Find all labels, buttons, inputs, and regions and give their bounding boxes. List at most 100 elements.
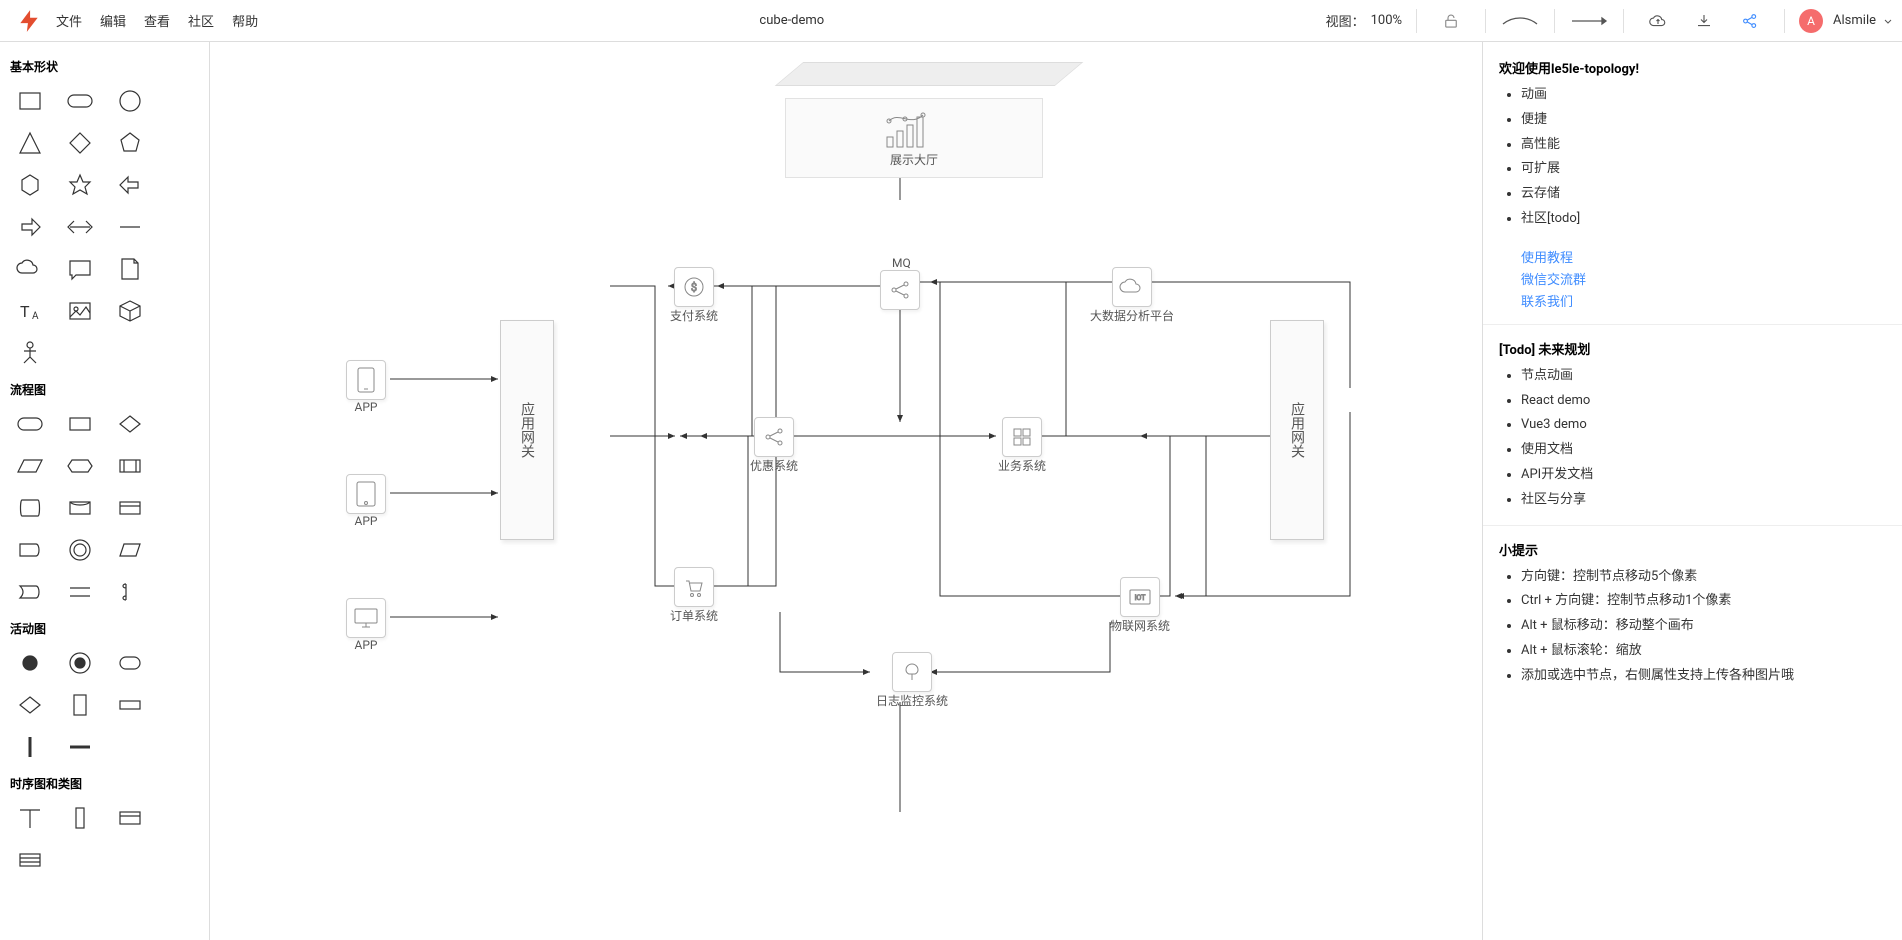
item-rp-tips-0: 方向键：控制节点移动5个像素 (1521, 567, 1886, 588)
item-rp-todo-2: Vue3 demo (1521, 415, 1886, 436)
link-rp-links-2[interactable]: 联系我们 (1499, 291, 1886, 310)
share-icon[interactable] (1730, 1, 1770, 41)
basic-shape-9[interactable] (6, 207, 54, 247)
curve-line-icon[interactable] (1500, 1, 1540, 41)
flow-shape-8[interactable] (106, 488, 154, 528)
item-rp-tips-4: 添加或选中节点，右侧属性支持上传各种图片哦 (1521, 666, 1886, 687)
seq-shape-3[interactable] (6, 840, 54, 880)
flow-shape-4[interactable] (56, 446, 104, 486)
basic-shape-14[interactable] (106, 249, 154, 289)
item-rp-tips-2: Alt + 鼠标移动：移动整个画布 (1521, 616, 1886, 637)
activity-shape-2[interactable] (106, 643, 154, 683)
welcome-title: 欢迎使用le5le-topology! (1499, 58, 1886, 77)
cloud-upload-icon[interactable] (1638, 1, 1678, 41)
svg-text:IOT: IOT (1135, 594, 1147, 602)
section-flow: 流程图 (10, 381, 203, 398)
flow-shape-1[interactable] (56, 404, 104, 444)
node-app1[interactable]: APP (346, 360, 386, 414)
link-rp-links-0[interactable]: 使用教程 (1499, 247, 1886, 266)
platform-label: 展示大厅 (890, 151, 938, 168)
lock-icon[interactable] (1431, 1, 1471, 41)
flow-shape-6[interactable] (6, 488, 54, 528)
item-rp-todo-5: 社区与分享 (1521, 490, 1886, 511)
seq-shape-1[interactable] (56, 798, 104, 838)
node-gateway-right[interactable]: 应用网关 (1270, 320, 1324, 540)
node-iot[interactable]: IOT物联网系统 (1110, 577, 1170, 634)
menu-file[interactable]: 文件 (56, 11, 82, 30)
node-mq[interactable] (880, 270, 920, 310)
item-rp-feat-4: 云存储 (1521, 184, 1886, 205)
node-bigdata[interactable]: 大数据分析平台 (1090, 267, 1174, 324)
flow-shape-3[interactable] (6, 446, 54, 486)
tips-title: 小提示 (1499, 540, 1886, 559)
section-seq: 时序图和类图 (10, 775, 203, 792)
basic-shape-3[interactable] (6, 123, 54, 163)
basic-shape-18[interactable] (6, 333, 54, 373)
menu-community[interactable]: 社区 (188, 11, 214, 30)
basic-shape-1[interactable] (56, 81, 104, 121)
flow-shape-14[interactable] (106, 572, 154, 612)
seq-shape-2[interactable] (106, 798, 154, 838)
logo-icon (16, 8, 42, 34)
svg-text:A: A (32, 311, 39, 322)
basic-shape-11[interactable] (106, 207, 154, 247)
node-log[interactable]: 日志监控系统 (876, 652, 948, 709)
download-icon[interactable] (1684, 1, 1724, 41)
canvas[interactable]: 展示大厅 APP APP APP 应用网关 应用网关 $支付系统 优惠系统 订单… (210, 42, 1482, 940)
basic-shape-5[interactable] (106, 123, 154, 163)
basic-shape-16[interactable] (56, 291, 104, 331)
basic-shape-7[interactable] (56, 165, 104, 205)
basic-shape-12[interactable] (6, 249, 54, 289)
flow-shape-0[interactable] (6, 404, 54, 444)
item-rp-todo-4: API开发文档 (1521, 465, 1886, 486)
main-menu: 文件 编辑 查看 社区 帮助 (56, 11, 258, 30)
basic-shape-0[interactable] (6, 81, 54, 121)
flow-shape-13[interactable] (56, 572, 104, 612)
node-biz[interactable]: 业务系统 (998, 417, 1046, 474)
activity-shape-5[interactable] (106, 685, 154, 725)
link-rp-links-1[interactable]: 微信交流群 (1499, 269, 1886, 288)
node-pay[interactable]: $支付系统 (670, 267, 718, 324)
basic-shape-2[interactable] (106, 81, 154, 121)
mq-label: MQ (892, 256, 911, 270)
basic-shape-15[interactable]: TA (6, 291, 54, 331)
basic-shape-17[interactable] (106, 291, 154, 331)
node-coupon[interactable]: 优惠系统 (750, 417, 798, 474)
user-avatar[interactable]: A (1799, 9, 1823, 33)
basic-shape-10[interactable] (56, 207, 104, 247)
activity-shape-6[interactable] (6, 727, 54, 767)
chevron-down-icon[interactable] (1882, 15, 1894, 27)
flow-shape-12[interactable] (6, 572, 54, 612)
flow-shape-9[interactable] (6, 530, 54, 570)
item-rp-todo-3: 使用文档 (1521, 440, 1886, 461)
menu-help[interactable]: 帮助 (232, 11, 258, 30)
flow-shape-5[interactable] (106, 446, 154, 486)
flow-shape-2[interactable] (106, 404, 154, 444)
node-order[interactable]: 订单系统 (670, 567, 718, 624)
basic-shape-13[interactable] (56, 249, 104, 289)
node-platform[interactable]: 展示大厅 (775, 62, 1055, 192)
zoom-value[interactable]: 100% (1371, 13, 1402, 28)
topbar: 文件 编辑 查看 社区 帮助 cube-demo 视图： 100% A Alsm… (0, 0, 1902, 42)
flow-shape-10[interactable] (56, 530, 104, 570)
seq-shape-0[interactable] (6, 798, 54, 838)
user-name[interactable]: Alsmile (1833, 13, 1876, 28)
activity-shape-0[interactable] (6, 643, 54, 683)
flow-shape-7[interactable] (56, 488, 104, 528)
activity-shape-7[interactable] (56, 727, 104, 767)
right-panel: 欢迎使用le5le-topology! 动画便捷高性能可扩展云存储社区[todo… (1482, 42, 1902, 940)
node-gateway-left[interactable]: 应用网关 (500, 320, 554, 540)
basic-shape-6[interactable] (6, 165, 54, 205)
flow-shape-11[interactable] (106, 530, 154, 570)
activity-shape-4[interactable] (56, 685, 104, 725)
basic-shape-8[interactable] (106, 165, 154, 205)
activity-shape-3[interactable] (6, 685, 54, 725)
node-app2[interactable]: APP (346, 474, 386, 528)
menu-view[interactable]: 查看 (144, 11, 170, 30)
activity-shape-1[interactable] (56, 643, 104, 683)
item-rp-feat-2: 高性能 (1521, 135, 1886, 156)
node-app3[interactable]: APP (346, 598, 386, 652)
basic-shape-4[interactable] (56, 123, 104, 163)
menu-edit[interactable]: 编辑 (100, 11, 126, 30)
arrow-style-icon[interactable] (1569, 1, 1609, 41)
